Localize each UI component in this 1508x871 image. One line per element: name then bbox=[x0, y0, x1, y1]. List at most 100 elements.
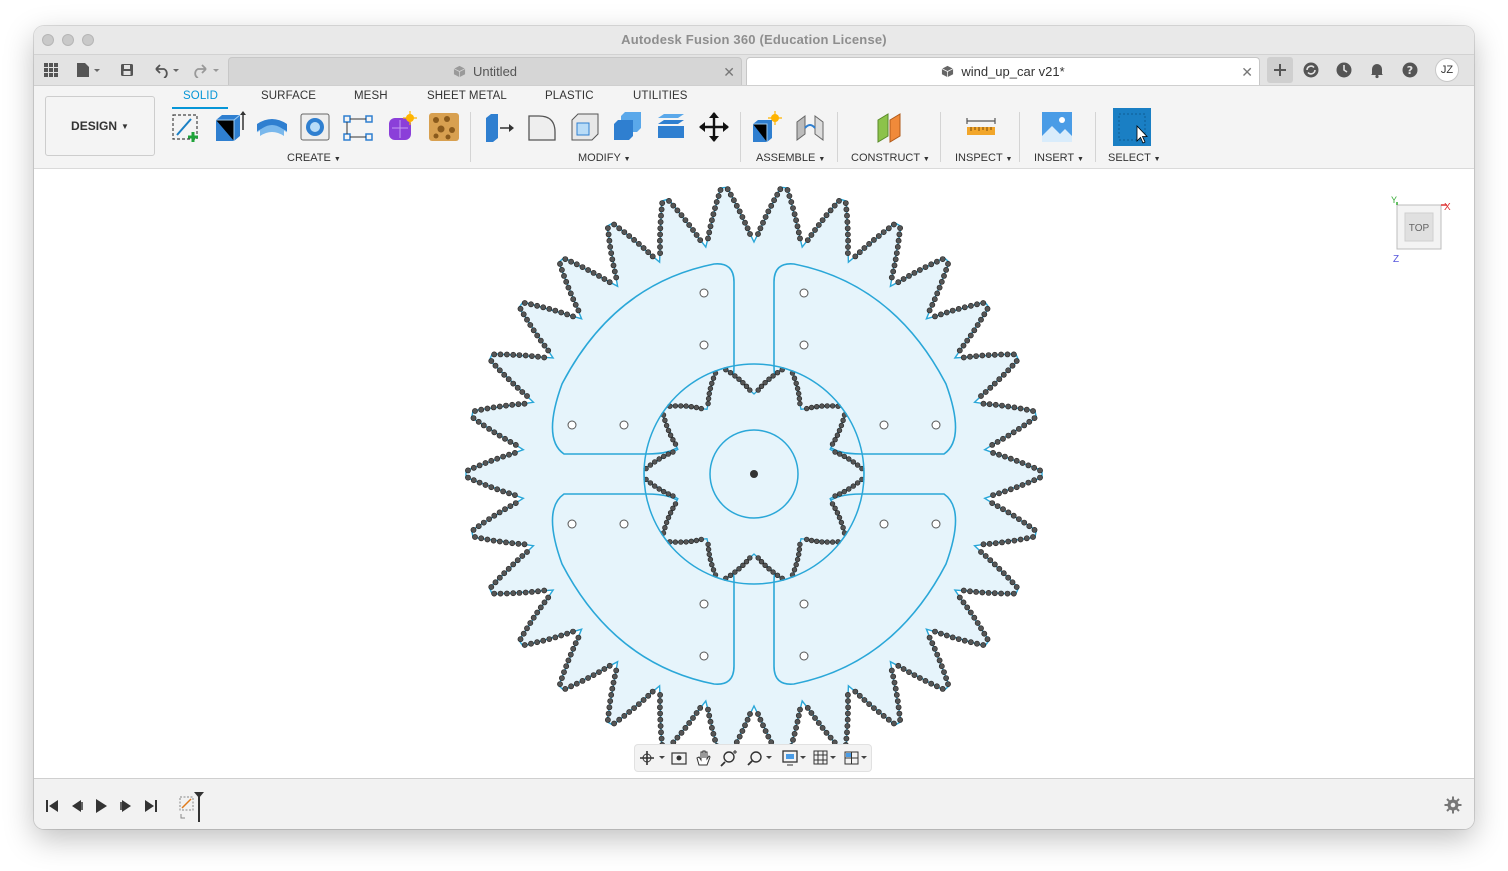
tooth-edge-point bbox=[819, 724, 826, 731]
workspace-switcher[interactable]: DESIGN ▼ bbox=[45, 96, 155, 156]
close-icon[interactable]: ✕ bbox=[723, 64, 735, 81]
new-tab-plus-icon[interactable] bbox=[1267, 57, 1293, 83]
new-component-button[interactable] bbox=[750, 110, 784, 144]
zoom-icon[interactable] bbox=[720, 750, 737, 767]
extensions-icon[interactable] bbox=[1302, 61, 1320, 79]
hole-button[interactable] bbox=[298, 110, 332, 144]
tooth-edge-point bbox=[496, 574, 503, 581]
apps-grid-icon[interactable] bbox=[42, 61, 60, 79]
create-menu[interactable]: CREATE ▼ bbox=[287, 152, 341, 164]
gear-icon[interactable] bbox=[1444, 796, 1462, 814]
tab-sheet-metal[interactable]: SHEET METAL bbox=[427, 90, 507, 102]
go-to-end-icon[interactable] bbox=[143, 798, 159, 814]
tooth-edge-point bbox=[974, 301, 980, 308]
insert-image-button[interactable] bbox=[1040, 110, 1074, 144]
tooth-edge-point bbox=[987, 384, 994, 391]
save-icon[interactable] bbox=[118, 61, 136, 79]
tooth-edge-point bbox=[777, 186, 784, 193]
orbit-icon[interactable] bbox=[640, 751, 665, 765]
tab-solid[interactable]: SOLID bbox=[183, 90, 218, 102]
combine-button[interactable] bbox=[611, 110, 645, 144]
zoom-window-icon[interactable] bbox=[747, 751, 772, 766]
inspect-menu[interactable]: INSPECT ▼ bbox=[955, 152, 1012, 164]
grid-icon[interactable] bbox=[813, 750, 836, 765]
step-forward-icon[interactable] bbox=[118, 798, 134, 814]
redo-icon[interactable] bbox=[192, 61, 222, 79]
canvas-viewport[interactable]: TOP Y X Z bbox=[34, 169, 1474, 778]
tooth-edge-point bbox=[1000, 435, 1006, 442]
tooth-edge-point bbox=[665, 427, 672, 434]
tooth-edge-point bbox=[1007, 455, 1014, 462]
tooth-edge-point bbox=[534, 302, 540, 309]
tooth-edge-point bbox=[866, 701, 872, 707]
display-settings-icon[interactable] bbox=[782, 750, 806, 766]
view-cube[interactable]: TOP Y X Z bbox=[1391, 195, 1451, 265]
offset-plane-button[interactable] bbox=[872, 110, 906, 144]
extrude-button[interactable] bbox=[212, 110, 246, 144]
tooth-edge-point bbox=[768, 202, 775, 209]
tab-utilities[interactable]: UTILITIES bbox=[633, 90, 688, 102]
clock-icon[interactable] bbox=[1335, 61, 1353, 79]
joint-button[interactable] bbox=[793, 110, 827, 144]
pan-hand-icon[interactable] bbox=[696, 750, 711, 766]
tooth-edge-point bbox=[693, 710, 700, 716]
tab-plastic[interactable]: PLASTIC bbox=[545, 90, 594, 102]
undo-icon[interactable] bbox=[152, 61, 182, 79]
tab-surface[interactable]: SURFACE bbox=[261, 90, 316, 102]
tooth-edge-point bbox=[762, 562, 768, 569]
help-icon[interactable]: ? bbox=[1401, 61, 1419, 79]
fillet-button[interactable] bbox=[525, 110, 559, 144]
tab-wind-up-car[interactable]: wind_up_car v21* ✕ bbox=[746, 57, 1260, 85]
shell-button[interactable] bbox=[568, 110, 602, 144]
tooth-edge-point bbox=[955, 636, 962, 642]
tooth-edge-point bbox=[895, 704, 902, 711]
revolve-button[interactable] bbox=[255, 110, 289, 144]
insert-menu[interactable]: INSERT ▼ bbox=[1034, 152, 1084, 164]
look-at-icon[interactable] bbox=[671, 752, 687, 765]
tab-untitled[interactable]: Untitled ✕ bbox=[228, 57, 742, 85]
measure-button[interactable] bbox=[964, 110, 998, 144]
gear-model[interactable] bbox=[465, 186, 1043, 762]
viewports-icon[interactable] bbox=[844, 751, 867, 765]
tooth-edge-point bbox=[836, 491, 843, 497]
tooth-edge-point bbox=[838, 519, 845, 526]
create-form-button[interactable] bbox=[384, 110, 418, 144]
tooth-edge-point bbox=[670, 449, 676, 455]
tooth-edge-point bbox=[934, 290, 941, 297]
tooth-edge-point bbox=[765, 208, 772, 215]
tooth-edge-point bbox=[488, 457, 495, 464]
go-to-start-icon[interactable] bbox=[44, 798, 60, 814]
tooth-edge-point bbox=[832, 505, 838, 511]
insert-label: INSERT bbox=[1034, 152, 1074, 164]
pattern-button[interactable] bbox=[341, 110, 375, 144]
avatar[interactable]: JZ bbox=[1435, 58, 1459, 82]
tooth-edge-point bbox=[794, 556, 801, 563]
tab-mesh[interactable]: MESH bbox=[354, 90, 388, 102]
construct-menu[interactable]: CONSTRUCT ▼ bbox=[851, 152, 930, 164]
close-icon[interactable]: ✕ bbox=[1241, 64, 1253, 81]
offset-face-button[interactable] bbox=[654, 110, 688, 144]
tooth-edge-point bbox=[897, 716, 903, 723]
create-sketch-button[interactable] bbox=[169, 110, 203, 144]
tooth-edge-point bbox=[686, 222, 693, 228]
tooth-edge-point bbox=[710, 730, 717, 737]
select-button[interactable] bbox=[1113, 108, 1151, 146]
tooth-edge-point bbox=[838, 422, 845, 429]
assemble-menu[interactable]: ASSEMBLE ▼ bbox=[756, 152, 825, 164]
bell-icon[interactable] bbox=[1368, 61, 1386, 79]
tooth-edge-point bbox=[967, 639, 974, 646]
file-icon[interactable] bbox=[74, 61, 102, 79]
tooth-edge-point bbox=[1026, 523, 1033, 530]
tooth-edge-point bbox=[819, 539, 825, 545]
tooth-edge-point bbox=[496, 509, 503, 516]
tooth-edge-point bbox=[895, 279, 902, 286]
modify-menu[interactable]: MODIFY ▼ bbox=[578, 152, 631, 164]
play-icon[interactable] bbox=[93, 798, 109, 814]
generative-design-button[interactable] bbox=[427, 110, 461, 144]
move-copy-button[interactable] bbox=[697, 110, 731, 144]
press-pull-button[interactable] bbox=[482, 110, 516, 144]
step-back-icon[interactable] bbox=[69, 798, 85, 814]
tooth-edge-point bbox=[843, 735, 850, 742]
timeline-sketch-feature[interactable] bbox=[177, 788, 207, 822]
select-menu[interactable]: SELECT ▼ bbox=[1108, 152, 1161, 164]
